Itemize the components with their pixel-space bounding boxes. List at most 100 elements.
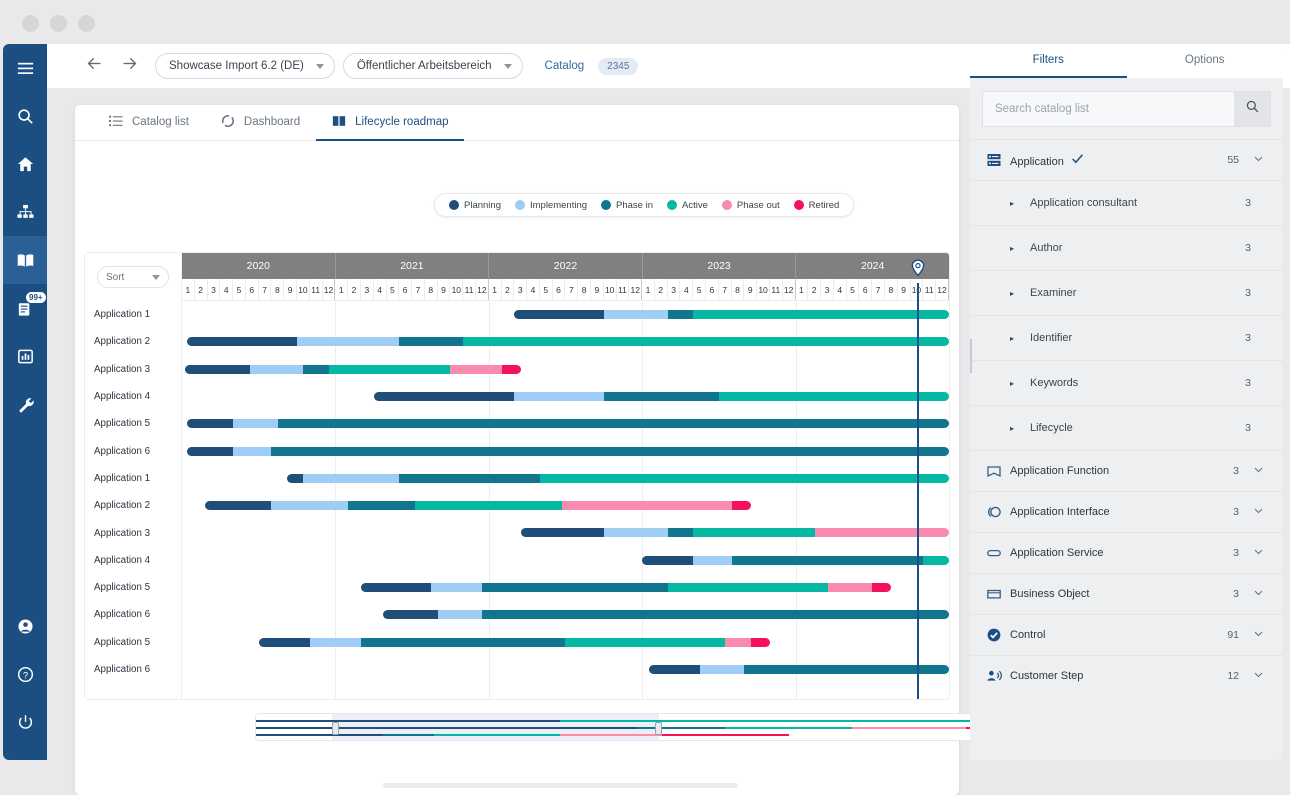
tab-dashboard[interactable]: Dashboard xyxy=(205,105,316,141)
gantt-bar[interactable] xyxy=(373,391,949,401)
window-maximize-dot[interactable] xyxy=(78,14,95,32)
chevron-down-icon[interactable] xyxy=(1253,464,1265,478)
expand-triangle-icon[interactable]: ▸ xyxy=(1010,334,1030,343)
gantt-row-label: Application 6 xyxy=(94,664,151,675)
gantt-bar-segment-active xyxy=(539,473,949,483)
filter-row-keywords[interactable]: ▸ Keywords 3 xyxy=(970,360,1283,405)
tab-catalog-list[interactable]: Catalog list xyxy=(93,105,205,141)
power-logout-icon[interactable] xyxy=(3,698,47,746)
gantt-bar[interactable] xyxy=(514,310,949,319)
window-close-dot[interactable] xyxy=(22,14,39,32)
expand-triangle-icon[interactable]: ▸ xyxy=(1010,424,1030,433)
gantt-bar[interactable] xyxy=(642,555,949,565)
sort-dropdown[interactable]: Sort xyxy=(97,266,169,288)
gantt-month-cell: 9 xyxy=(591,279,604,300)
gantt-month-cell: 8 xyxy=(578,279,591,300)
reports-chart-icon[interactable] xyxy=(3,332,47,380)
gantt-bar[interactable] xyxy=(187,337,949,347)
wrench-tools-icon[interactable] xyxy=(3,380,47,428)
gantt-bar[interactable] xyxy=(187,446,949,456)
gantt-bar-segment-phase-in xyxy=(348,501,415,511)
filter-row-business-object[interactable]: Business Object 3 xyxy=(970,573,1283,614)
search-input[interactable] xyxy=(983,92,1234,126)
area-select[interactable]: Öffentlicher Arbeitsbereich xyxy=(342,53,523,79)
search-icon[interactable] xyxy=(3,92,47,140)
workspace-select[interactable]: Showcase Import 6.2 (DE) xyxy=(155,53,335,79)
expand-triangle-icon[interactable]: ▸ xyxy=(1010,199,1030,208)
chevron-down-icon[interactable] xyxy=(1253,587,1265,601)
filter-row-lifecycle[interactable]: ▸ Lifecycle 3 xyxy=(970,405,1283,450)
gantt-bar[interactable] xyxy=(360,583,892,592)
filter-row-application-consultant[interactable]: ▸ Application consultant 3 xyxy=(970,180,1283,225)
chevron-down-icon[interactable] xyxy=(1253,546,1265,560)
minimap-handle-right[interactable] xyxy=(654,722,662,735)
gantt-month-cell: 12 xyxy=(936,279,949,300)
gantt-month-cell: 9 xyxy=(284,279,298,300)
book-catalog-icon[interactable] xyxy=(3,236,47,284)
minimap-handle-left[interactable] xyxy=(332,722,340,735)
filter-row-examiner[interactable]: ▸ Examiner 3 xyxy=(970,270,1283,315)
horizontal-scrollbar[interactable] xyxy=(383,783,738,788)
gantt-bar-segment-planning xyxy=(205,501,272,511)
filter-row-identifier[interactable]: ▸ Identifier 3 xyxy=(970,315,1283,360)
legend-item-phase-in[interactable]: Phase in xyxy=(601,200,653,211)
tab-options[interactable]: Options xyxy=(1127,44,1284,78)
chevron-down-icon[interactable] xyxy=(1253,505,1265,519)
legend-item-planning[interactable]: Planning xyxy=(449,200,501,211)
tab-filters[interactable]: Filters xyxy=(970,44,1127,78)
arrow-right-icon[interactable] xyxy=(112,55,147,77)
gantt-month-cell: 4 xyxy=(374,279,387,300)
gantt-bar[interactable] xyxy=(520,528,949,538)
filter-row-application-service[interactable]: Application Service 3 xyxy=(970,532,1283,573)
window-minimize-dot[interactable] xyxy=(50,14,67,32)
chevron-down-icon[interactable] xyxy=(1253,669,1265,683)
legend-item-phase-out[interactable]: Phase out xyxy=(721,200,780,211)
tasks-icon[interactable]: 99+ xyxy=(3,284,47,332)
gantt-minimap[interactable] xyxy=(255,713,1018,741)
breadcrumb[interactable]: Catalog xyxy=(545,60,585,72)
gantt-bar-segment-phase-in xyxy=(482,583,668,592)
gantt-bar[interactable] xyxy=(382,610,949,620)
tab-lifecycle-roadmap[interactable]: Lifecycle roadmap xyxy=(316,105,465,141)
filter-row-customer-step[interactable]: Customer Step 12 xyxy=(970,655,1283,696)
gantt-bar[interactable] xyxy=(286,473,949,483)
panel-collapse-toggle[interactable]: › xyxy=(970,339,972,373)
filter-row-application-function[interactable]: Application Function 3 xyxy=(970,450,1283,491)
filter-label: Application xyxy=(1010,152,1227,168)
gantt-bar[interactable] xyxy=(184,364,521,374)
gantt-bar[interactable] xyxy=(205,501,751,511)
filter-row-application[interactable]: Application 55 xyxy=(970,139,1283,180)
gantt-bar-segment-planning xyxy=(286,473,304,483)
filter-row-control[interactable]: Control 91 xyxy=(970,614,1283,655)
gantt-bar-segment-active xyxy=(923,555,949,565)
legend-item-retired[interactable]: Retired xyxy=(793,200,839,211)
expand-triangle-icon[interactable]: ▸ xyxy=(1010,244,1030,253)
expand-triangle-icon[interactable]: ▸ xyxy=(1010,379,1030,388)
home-icon[interactable] xyxy=(3,140,47,188)
gantt-month-cell: 2 xyxy=(502,279,515,300)
chevron-down-icon[interactable] xyxy=(1253,153,1265,167)
gantt-time-header: 2020 2021 2022 2023 2024 1 2 3 4 5 6 7 8 9 10 11 12 1 2 3 4… xyxy=(182,253,949,301)
filter-count: 3 xyxy=(1245,422,1251,434)
legend-item-active[interactable]: Active xyxy=(667,200,708,211)
gantt-month-cell: 8 xyxy=(885,279,898,300)
user-account-icon[interactable] xyxy=(3,602,47,650)
expand-triangle-icon[interactable]: ▸ xyxy=(1010,289,1030,298)
sitemap-icon[interactable] xyxy=(3,188,47,236)
hamburger-menu-icon[interactable] xyxy=(3,44,47,92)
gantt-month-cell: 4 xyxy=(834,279,847,300)
filter-row-application-interface[interactable]: Application Interface 3 xyxy=(970,491,1283,532)
search-button[interactable] xyxy=(1234,92,1270,126)
gantt-bar[interactable] xyxy=(648,664,949,674)
gantt-header: Sort 2020 2021 2022 2023 2024 1 2 3 4 5 6 7 8 9 10 11 1… xyxy=(85,253,949,301)
help-question-icon[interactable]: ? xyxy=(3,650,47,698)
tab-lifecycle-roadmap-label: Lifecycle roadmap xyxy=(355,116,449,128)
gantt-bar[interactable] xyxy=(187,419,949,429)
filter-row-author[interactable]: ▸ Author 3 xyxy=(970,225,1283,270)
gantt-bar[interactable] xyxy=(258,637,770,647)
legend-item-implementing[interactable]: Implementing xyxy=(514,200,587,211)
arrow-left-icon[interactable] xyxy=(77,55,112,77)
gantt-row-label: Application 5 xyxy=(94,636,151,648)
gantt-row-label: Application 1 xyxy=(94,472,151,484)
chevron-down-icon[interactable] xyxy=(1253,628,1265,642)
